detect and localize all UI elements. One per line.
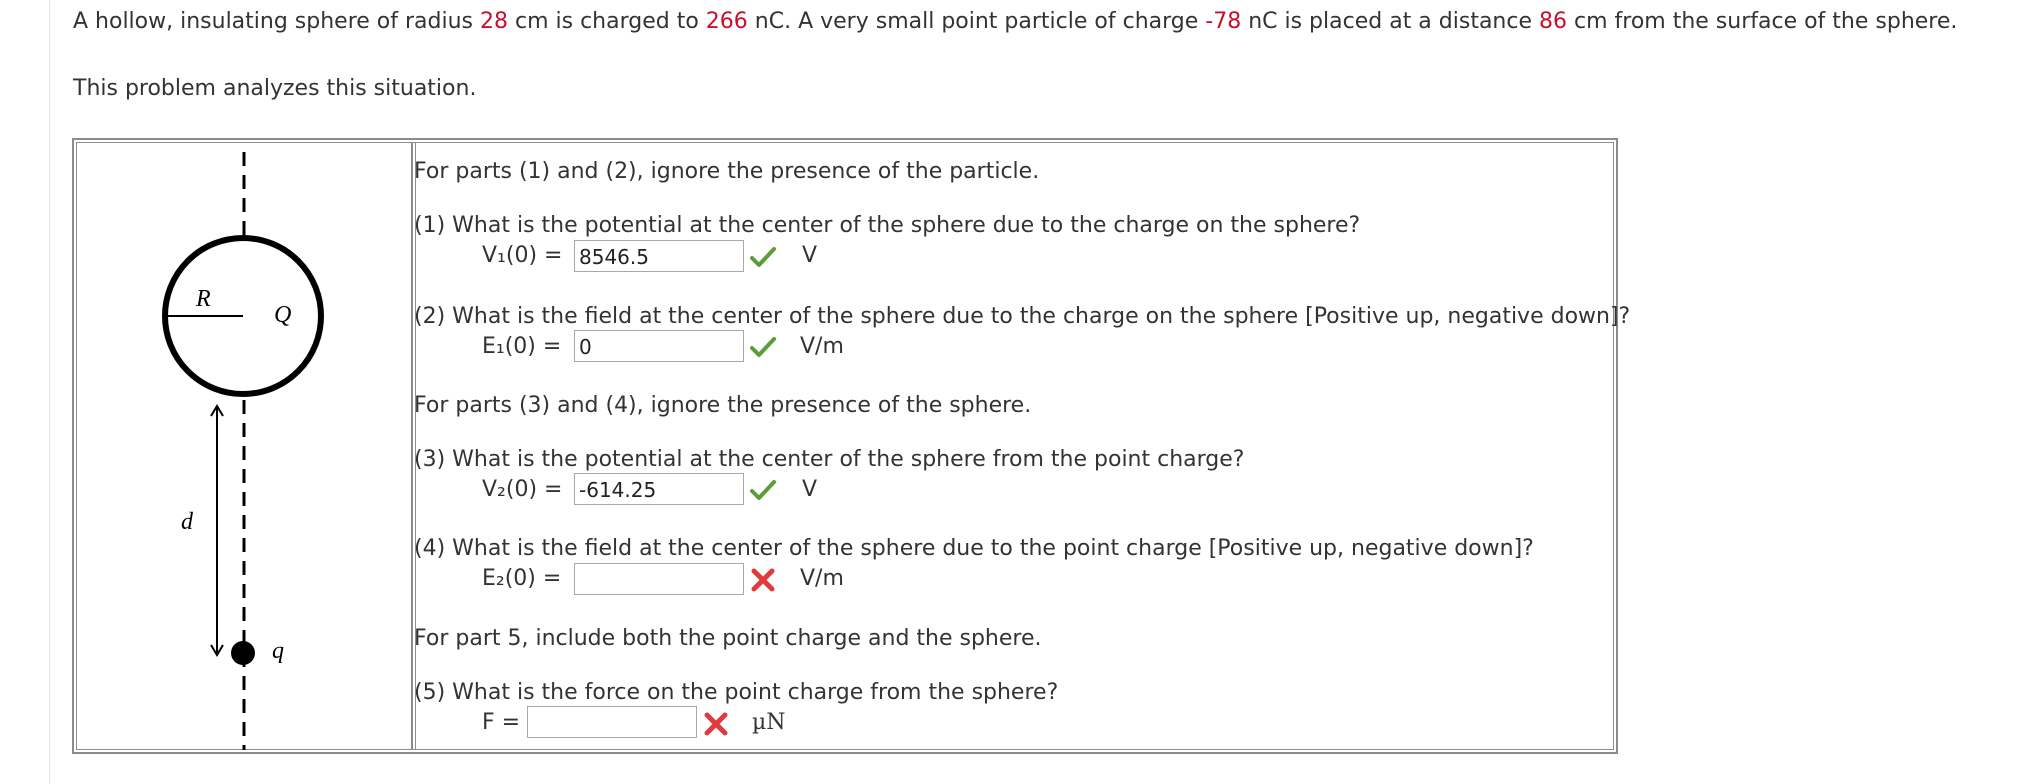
table-divider (411, 143, 413, 749)
question-3-unit: V (802, 477, 818, 502)
part5-note: For part 5, include both the point charg… (414, 626, 1042, 651)
question-4-label: E₂(0) = (482, 566, 562, 591)
question-3-label: V₂(0) = (482, 477, 563, 502)
question-1-text: (1) What is the potential at the center … (414, 213, 1361, 238)
check-icon (750, 480, 776, 500)
distance-arrow (210, 404, 224, 657)
point-charge-label: q (272, 638, 284, 664)
radius-label: R (195, 286, 211, 312)
question-1-input[interactable]: 8546.5 (574, 240, 744, 272)
question-1-label: V₁(0) = (482, 243, 563, 268)
sphere-charge-label: Q (274, 302, 291, 328)
question-4-unit: V/m (800, 566, 844, 591)
question-4-text: (4) What is the field at the center of t… (414, 536, 1534, 561)
check-icon (750, 337, 776, 357)
question-2-unit: V/m (800, 334, 844, 359)
page-left-rule (49, 0, 50, 784)
question-5-unit: µN (752, 710, 786, 735)
question-3-input[interactable]: -614.25 (574, 473, 744, 505)
analysis-text: This problem analyzes this situation. (73, 76, 477, 101)
point-charge-dot (231, 641, 255, 665)
cross-icon (704, 712, 728, 736)
cross-icon (751, 568, 775, 592)
problem-statement: A hollow, insulating sphere of radius 28… (73, 9, 1958, 34)
question-1-unit: V (802, 243, 818, 268)
question-2-input[interactable]: 0 (574, 330, 744, 362)
question-5-label: F = (482, 710, 521, 735)
question-5-text: (5) What is the force on the point charg… (414, 680, 1059, 705)
question-2-label: E₁(0) = (482, 334, 562, 359)
radius-value: 28 (480, 9, 508, 34)
part12-note: For parts (1) and (2), ignore the presen… (414, 159, 1040, 184)
question-2-text: (2) What is the field at the center of t… (414, 304, 1631, 329)
sphere-charge-value: 266 (705, 9, 748, 34)
question-5-input[interactable] (527, 706, 697, 738)
distance-value: 86 (1539, 9, 1567, 34)
question-3-text: (3) What is the potential at the center … (414, 447, 1245, 472)
distance-label: d (181, 509, 194, 535)
sphere-diagram: R Q d q (162, 152, 324, 750)
point-charge-value: -78 (1205, 9, 1242, 34)
part34-note: For parts (3) and (4), ignore the presen… (414, 393, 1032, 418)
check-icon (750, 247, 776, 267)
question-4-input[interactable] (574, 563, 744, 595)
